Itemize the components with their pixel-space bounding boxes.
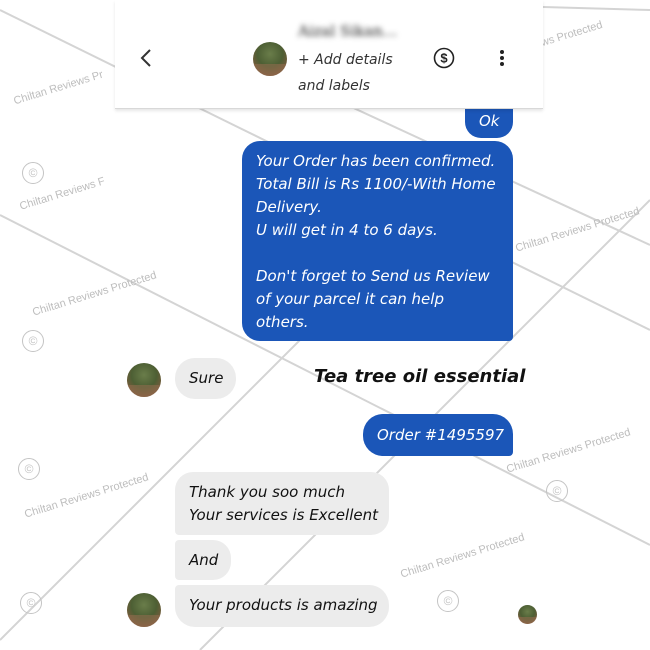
- chat-screen: Aizal Sikan... + Add details and labels …: [115, 0, 543, 650]
- message-incoming[interactable]: Thank you soo much Your services is Exce…: [175, 472, 389, 535]
- copyright-icon: ©: [20, 592, 42, 614]
- message-incoming[interactable]: Your products is amazing: [175, 585, 389, 627]
- message-outgoing[interactable]: Order #1495597: [363, 414, 513, 456]
- contact-avatar[interactable]: [253, 42, 287, 76]
- more-vertical-icon[interactable]: [495, 47, 509, 69]
- watermark: ws Protected: [539, 18, 604, 50]
- message-outgoing[interactable]: Your Order has been confirmed. Total Bil…: [242, 141, 513, 341]
- watermark: Chiltan Reviews Pr: [12, 68, 105, 108]
- chat-header: Aizal Sikan... + Add details and labels …: [115, 0, 543, 109]
- copyright-icon: ©: [546, 480, 568, 502]
- message-incoming[interactable]: And: [175, 540, 231, 580]
- svg-text:$: $: [440, 51, 448, 66]
- copyright-icon: ©: [22, 162, 44, 184]
- copyright-icon: ©: [18, 458, 40, 480]
- message-incoming[interactable]: Sure: [175, 358, 236, 399]
- seen-avatar: [518, 605, 537, 624]
- contact-avatar[interactable]: [127, 363, 161, 397]
- copyright-icon: ©: [22, 330, 44, 352]
- dollar-circle-icon[interactable]: $: [433, 47, 455, 69]
- contact-name[interactable]: Aizal Sikan...: [298, 22, 397, 40]
- chevron-left-icon[interactable]: [135, 46, 159, 70]
- product-caption: Tea tree oil essential: [314, 366, 526, 387]
- contact-avatar[interactable]: [127, 593, 161, 627]
- add-details-link[interactable]: + Add details and labels: [298, 47, 393, 99]
